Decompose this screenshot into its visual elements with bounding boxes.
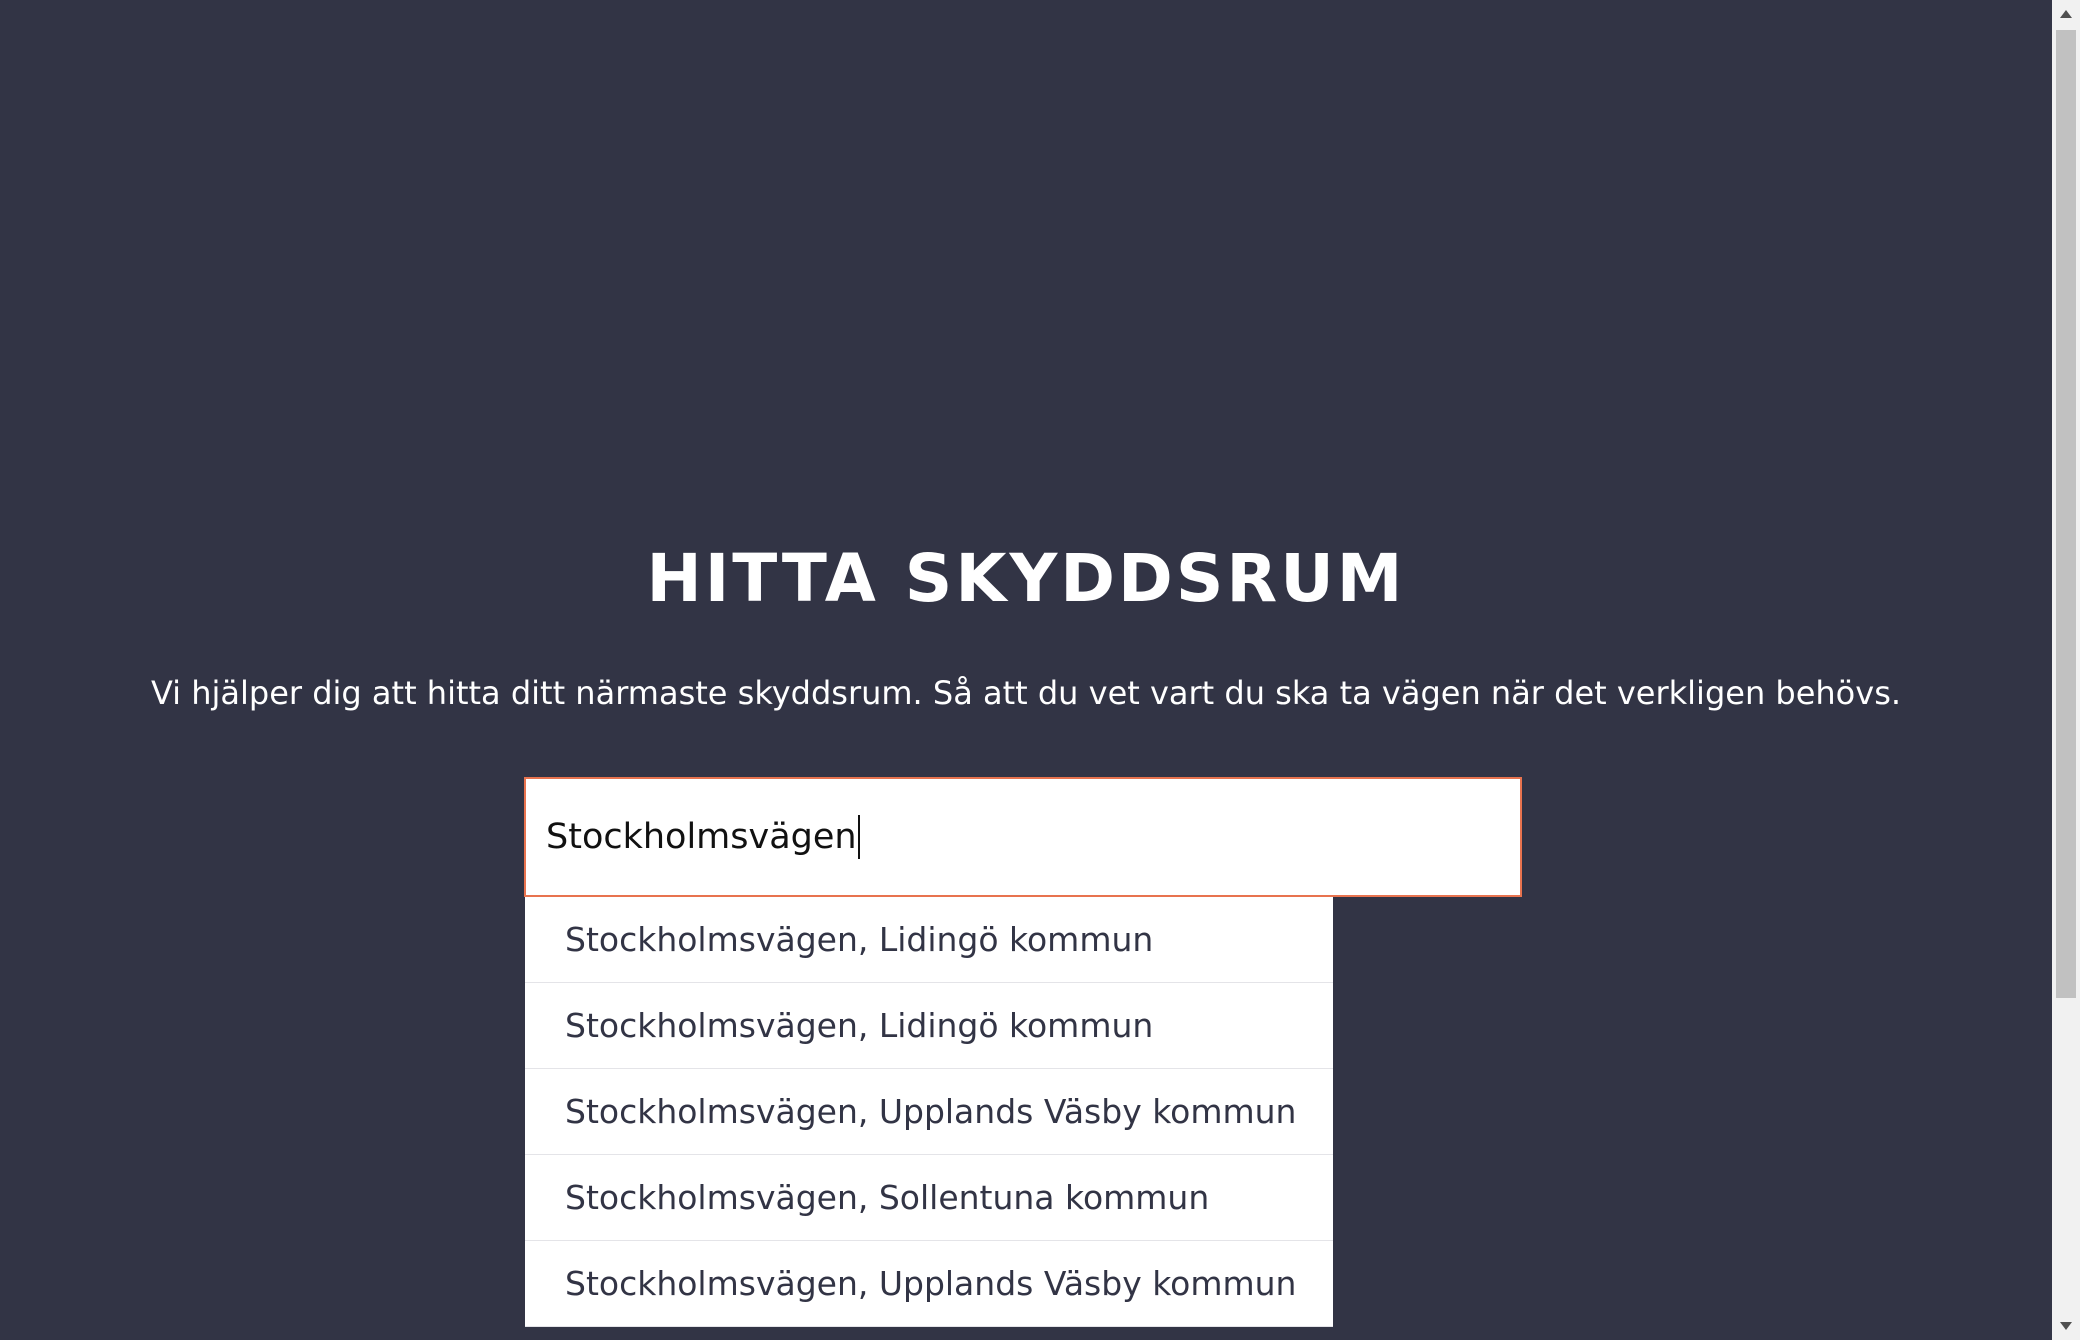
autocomplete-item[interactable]: Stockholmsvägen, Upplands Väsby kommun: [525, 1241, 1333, 1327]
scroll-down-button[interactable]: [2052, 1312, 2080, 1340]
triangle-up-icon: [2060, 10, 2072, 18]
autocomplete-item[interactable]: Stockholmsvägen, Sollentuna kommun: [525, 1155, 1333, 1241]
autocomplete-list: Stockholmsvägen, Lidingö kommun Stockhol…: [525, 897, 1333, 1327]
text-caret: [857, 815, 860, 859]
viewport: HITTA SKYDDSRUM Vi hjälper dig att hitta…: [0, 0, 2052, 1340]
scrollbar-thumb[interactable]: [2056, 30, 2076, 998]
page-title: HITTA SKYDDSRUM: [646, 540, 1406, 617]
autocomplete-item[interactable]: Stockholmsvägen, Upplands Väsby kommun: [525, 1069, 1333, 1155]
vertical-scrollbar[interactable]: [2052, 0, 2080, 1340]
scroll-up-button[interactable]: [2052, 0, 2080, 28]
page: HITTA SKYDDSRUM Vi hjälper dig att hitta…: [0, 0, 2080, 1340]
page-subtitle: Vi hjälper dig att hitta ditt närmaste s…: [150, 674, 1902, 712]
triangle-down-icon: [2060, 1322, 2072, 1330]
autocomplete-item[interactable]: Stockholmsvägen, Lidingö kommun: [525, 897, 1333, 983]
autocomplete-item[interactable]: Stockholmsvägen, Lidingö kommun: [525, 983, 1333, 1069]
search-input-value: Stockholmsvägen: [546, 817, 857, 857]
search-input[interactable]: Stockholmsvägen: [524, 777, 1522, 897]
